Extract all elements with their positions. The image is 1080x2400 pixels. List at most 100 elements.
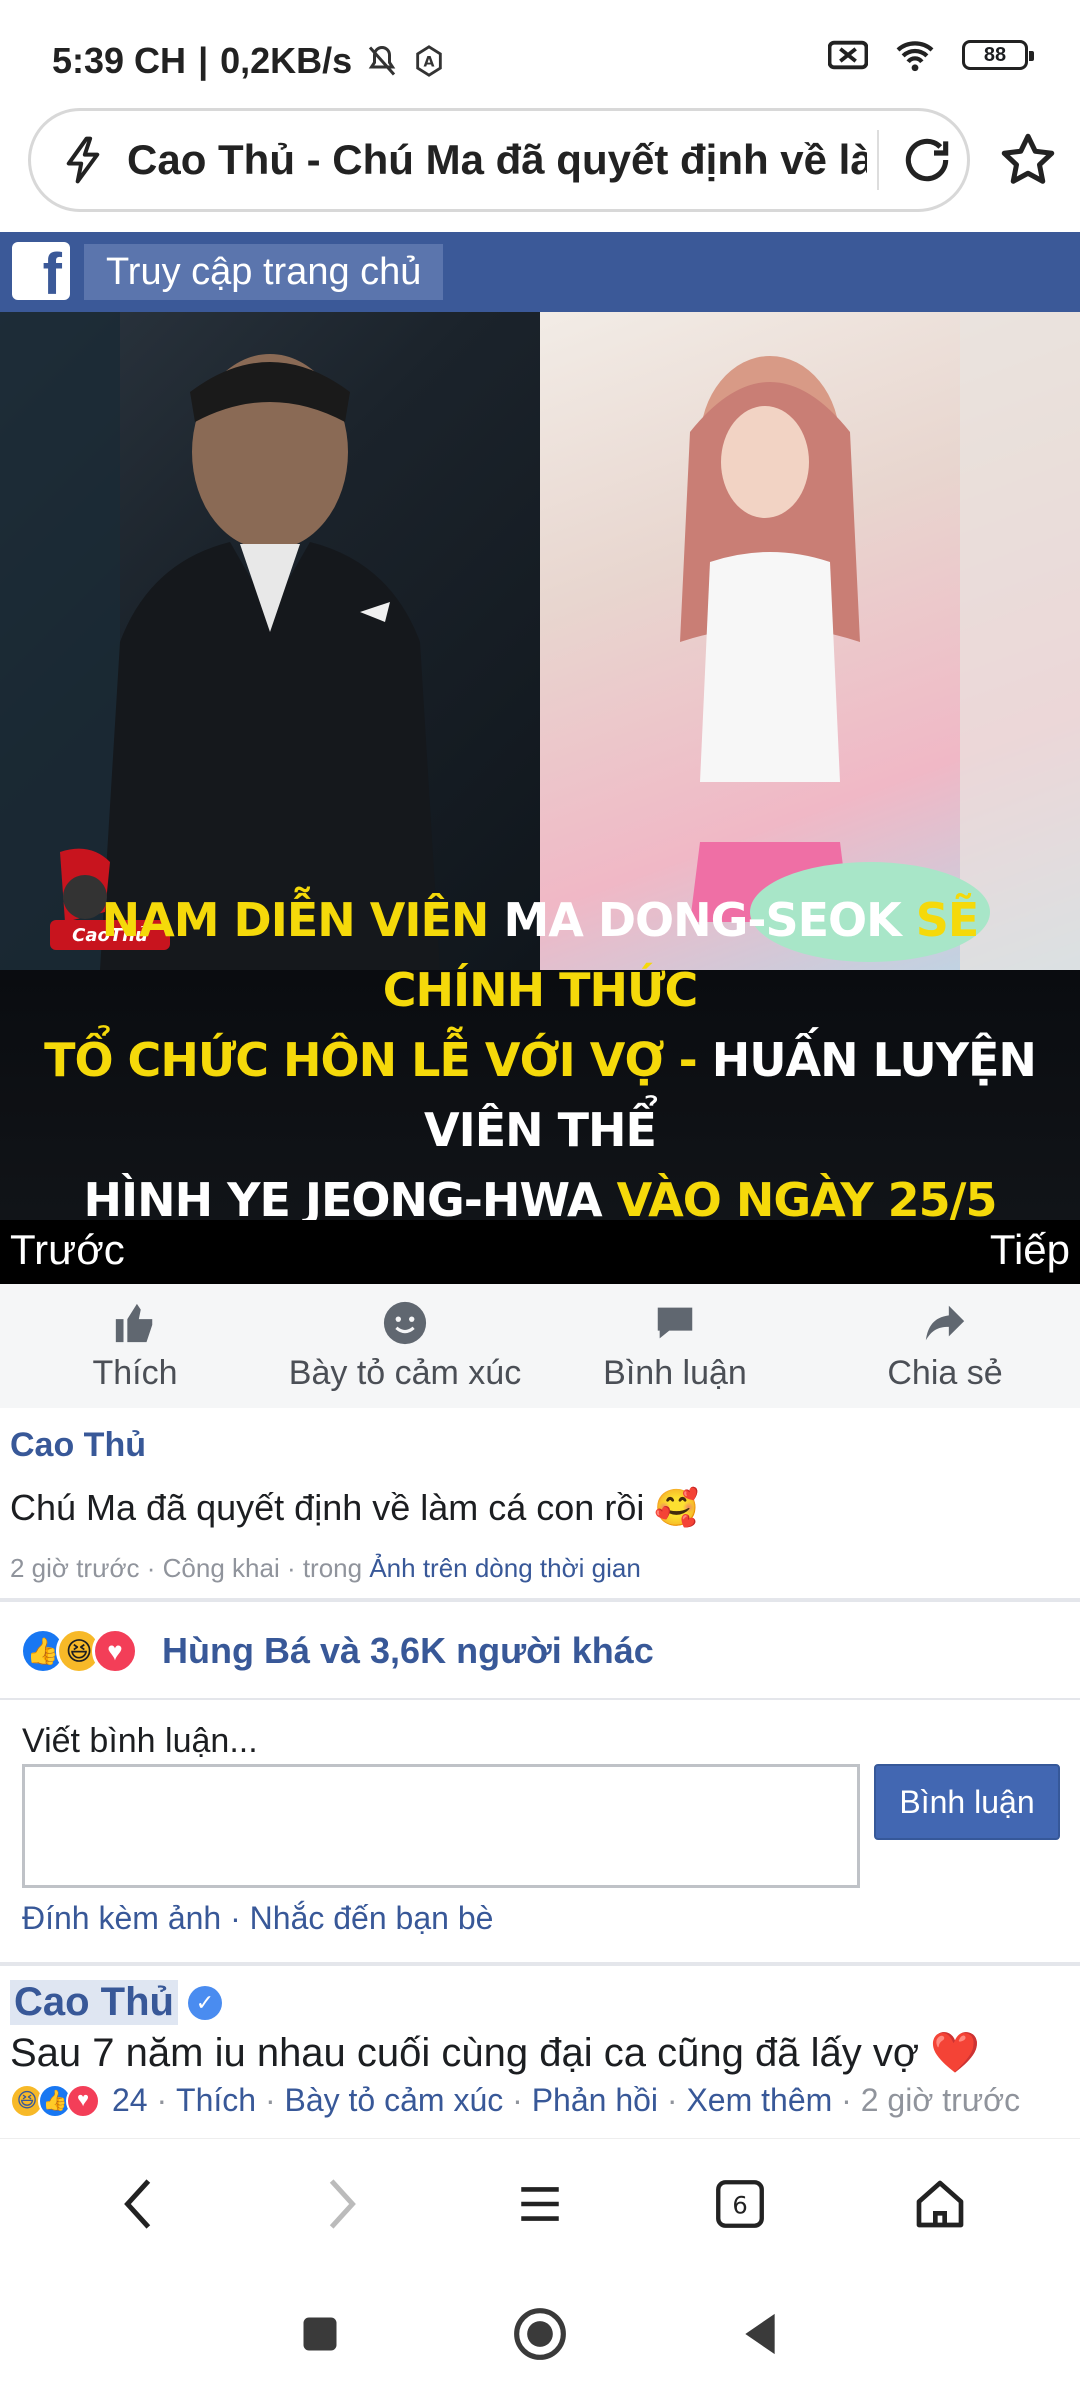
reaction-icons: 👍 😆 ♥ — [20, 1628, 138, 1674]
facebook-logo-icon[interactable]: f — [12, 242, 70, 300]
comment-author[interactable]: Cao Thủ — [10, 1980, 178, 2025]
comment-meta-separator: · — [832, 2082, 861, 2118]
comment-meta: 😆 👍 ♥ 24 · Thích · Bày tỏ cảm xúc · Phản… — [10, 2082, 1070, 2119]
tabs-button[interactable]: 6 — [700, 2164, 780, 2244]
comment-reply-link[interactable]: Phản hồi — [532, 2082, 658, 2119]
post-actions: Thích Bày tỏ cảm xúc Bình luận Chia sẻ — [0, 1284, 1080, 1408]
status-time: 5:39 CH — [52, 40, 187, 81]
recents-square-icon[interactable] — [298, 2312, 342, 2356]
caption-l3a: HÌNH YE JEONG-HWA — [83, 1173, 603, 1227]
comment-meta-separator: · — [147, 2082, 177, 2118]
divider — [0, 1598, 1080, 1602]
post-author[interactable]: Cao Thủ — [10, 1426, 1070, 1465]
svg-text:A: A — [424, 55, 435, 71]
smiley-icon — [383, 1301, 427, 1344]
comment-input[interactable] — [22, 1764, 860, 1888]
thumbs-up-icon — [115, 1303, 153, 1342]
comment-time: 2 giờ trước — [860, 2082, 1021, 2118]
comment-label: Bình luận — [603, 1353, 747, 1392]
like-label: Thích — [92, 1353, 178, 1392]
photo-navigation: Trước Tiếp — [0, 1220, 1080, 1284]
bell-muted-icon — [368, 45, 396, 76]
forward-button[interactable] — [300, 2164, 380, 2244]
comment-author-row: Cao Thủ ✓ — [10, 1980, 222, 2025]
bookmark-star-icon[interactable] — [998, 130, 1058, 190]
app-notification-icon: A — [416, 45, 442, 77]
system-navigation-bar — [0, 2268, 1080, 2400]
share-button[interactable]: Chia sẻ — [810, 1284, 1080, 1408]
post-time[interactable]: 2 giờ trước — [10, 1553, 140, 1583]
post-photo[interactable]: CaoThủ NAM DIỄN VIÊN MA DONG-SEOK SẼ CHÍ… — [0, 312, 1080, 1284]
post-text: Chú Ma đã quyết định về làm cá con rồi 🥰 — [10, 1487, 700, 1528]
comment-reaction-count[interactable]: 24 — [112, 2082, 148, 2119]
caption-l1b: MA DONG-SEOK — [503, 893, 901, 947]
menu-icon — [521, 2186, 559, 2221]
comment-bubble-icon — [657, 1307, 693, 1338]
caption-l1a: NAM DIỄN VIÊN — [101, 893, 490, 947]
tabs-icon: 6 — [716, 2179, 764, 2228]
status-separator: | — [198, 40, 209, 81]
reload-icon[interactable] — [899, 132, 955, 188]
chevron-left-icon — [124, 2178, 151, 2229]
comment-label: Viết bình luận... — [22, 1722, 258, 1760]
react-label: Bày tỏ cảm xúc — [288, 1353, 522, 1392]
caption-l2a: TỔ CHỨC HÔN LỄ VỚI VỢ - — [44, 1033, 698, 1087]
comment-button[interactable]: Bình luận — [540, 1284, 810, 1408]
svg-text:6: 6 — [732, 2191, 747, 2219]
share-arrow-icon — [925, 1305, 965, 1340]
photo-left-man: CaoThủ — [0, 312, 540, 970]
wifi-icon — [896, 41, 934, 72]
sim-off-icon — [828, 40, 868, 70]
chevron-right-icon — [329, 2178, 356, 2229]
share-label: Chia sẻ — [887, 1353, 1003, 1392]
next-photo-link[interactable]: Tiếp — [990, 1226, 1070, 1274]
status-right: 88 — [828, 38, 1034, 72]
back-button[interactable] — [100, 2164, 180, 2244]
home-icon — [916, 2180, 964, 2227]
home-button[interactable] — [900, 2164, 980, 2244]
status-left: 5:39 CH | 0,2KB/s A — [52, 40, 446, 82]
address-bar[interactable]: Cao Thủ - Chú Ma đã quyết định về làm cá… — [28, 108, 970, 212]
browser-navigation-bar: 6 — [0, 2138, 1080, 2268]
previous-photo-link[interactable]: Trước — [10, 1226, 125, 1274]
comment-like-link[interactable]: Thích — [176, 2082, 256, 2119]
comment-meta-separator: · — [658, 2082, 687, 2118]
network-speed: 0,2KB/s — [220, 40, 353, 81]
photo-caption: NAM DIỄN VIÊN MA DONG-SEOK SẼ CHÍNH THỨC… — [0, 893, 1080, 1284]
menu-button[interactable] — [500, 2164, 580, 2244]
comment-reaction-icons: 😆 👍 ♥ — [10, 2083, 100, 2118]
home-link[interactable]: Truy cập trang chủ — [84, 244, 444, 300]
post-details: Cao Thủ Chú Ma đã quyết định về làm cá c… — [0, 1408, 1080, 1598]
album-link[interactable]: Ảnh trên dòng thời gian — [369, 1553, 640, 1583]
composer-links: Đính kèm ảnh · Nhắc đến bạn bè — [22, 1900, 494, 1936]
love-reaction-icon: ♥ — [92, 1628, 138, 1674]
lightning-icon — [66, 136, 100, 184]
comment-react-link[interactable]: Bày tỏ cảm xúc — [285, 2082, 504, 2119]
verified-badge-icon: ✓ — [187, 1985, 222, 2020]
comment-text: Sau 7 năm iu nhau cuối cùng đại ca cũng … — [10, 2031, 980, 2075]
status-bar: 5:39 CH | 0,2KB/s A 88 — [0, 0, 1080, 108]
facebook-header: f Truy cập trang chủ — [0, 232, 1080, 312]
post-visibility: Công khai — [162, 1553, 280, 1583]
post-meta: 2 giờ trước · Công khai · trong Ảnh trên… — [10, 1553, 641, 1583]
post-comment-button[interactable]: Bình luận — [874, 1764, 1060, 1840]
comment-item: Cao Thủ ✓ Sau 7 năm iu nhau cuối cùng đạ… — [0, 1966, 1080, 2132]
post-in: trong — [302, 1553, 363, 1583]
attach-photo-link[interactable]: Đính kèm ảnh — [22, 1900, 221, 1936]
comment-meta-separator: · — [256, 2082, 285, 2118]
mention-friends-link[interactable]: Nhắc đến bạn bè — [250, 1900, 494, 1936]
battery-indicator: 88 — [962, 40, 1034, 70]
comment-composer: Viết bình luận... Bình luận Đính kèm ảnh… — [0, 1700, 1080, 1960]
reactions-text[interactable]: Hùng Bá và 3,6K người khác — [162, 1630, 654, 1672]
page-title[interactable]: Cao Thủ - Chú Ma đã quyết định về làm cá… — [127, 136, 867, 184]
reactions-summary[interactable]: 👍 😆 ♥ Hùng Bá và 3,6K người khác — [0, 1604, 1080, 1698]
home-circle-icon[interactable] — [512, 2306, 568, 2362]
react-button[interactable]: Bày tỏ cảm xúc — [270, 1284, 540, 1408]
photo-right-woman — [540, 312, 1080, 970]
comment-more-link[interactable]: Xem thêm — [686, 2082, 832, 2119]
like-button[interactable]: Thích — [0, 1284, 270, 1408]
back-triangle-icon[interactable] — [738, 2310, 782, 2358]
woman-silhouette — [680, 312, 1080, 970]
url-separator — [877, 130, 879, 190]
comment-meta-separator: · — [503, 2082, 532, 2118]
